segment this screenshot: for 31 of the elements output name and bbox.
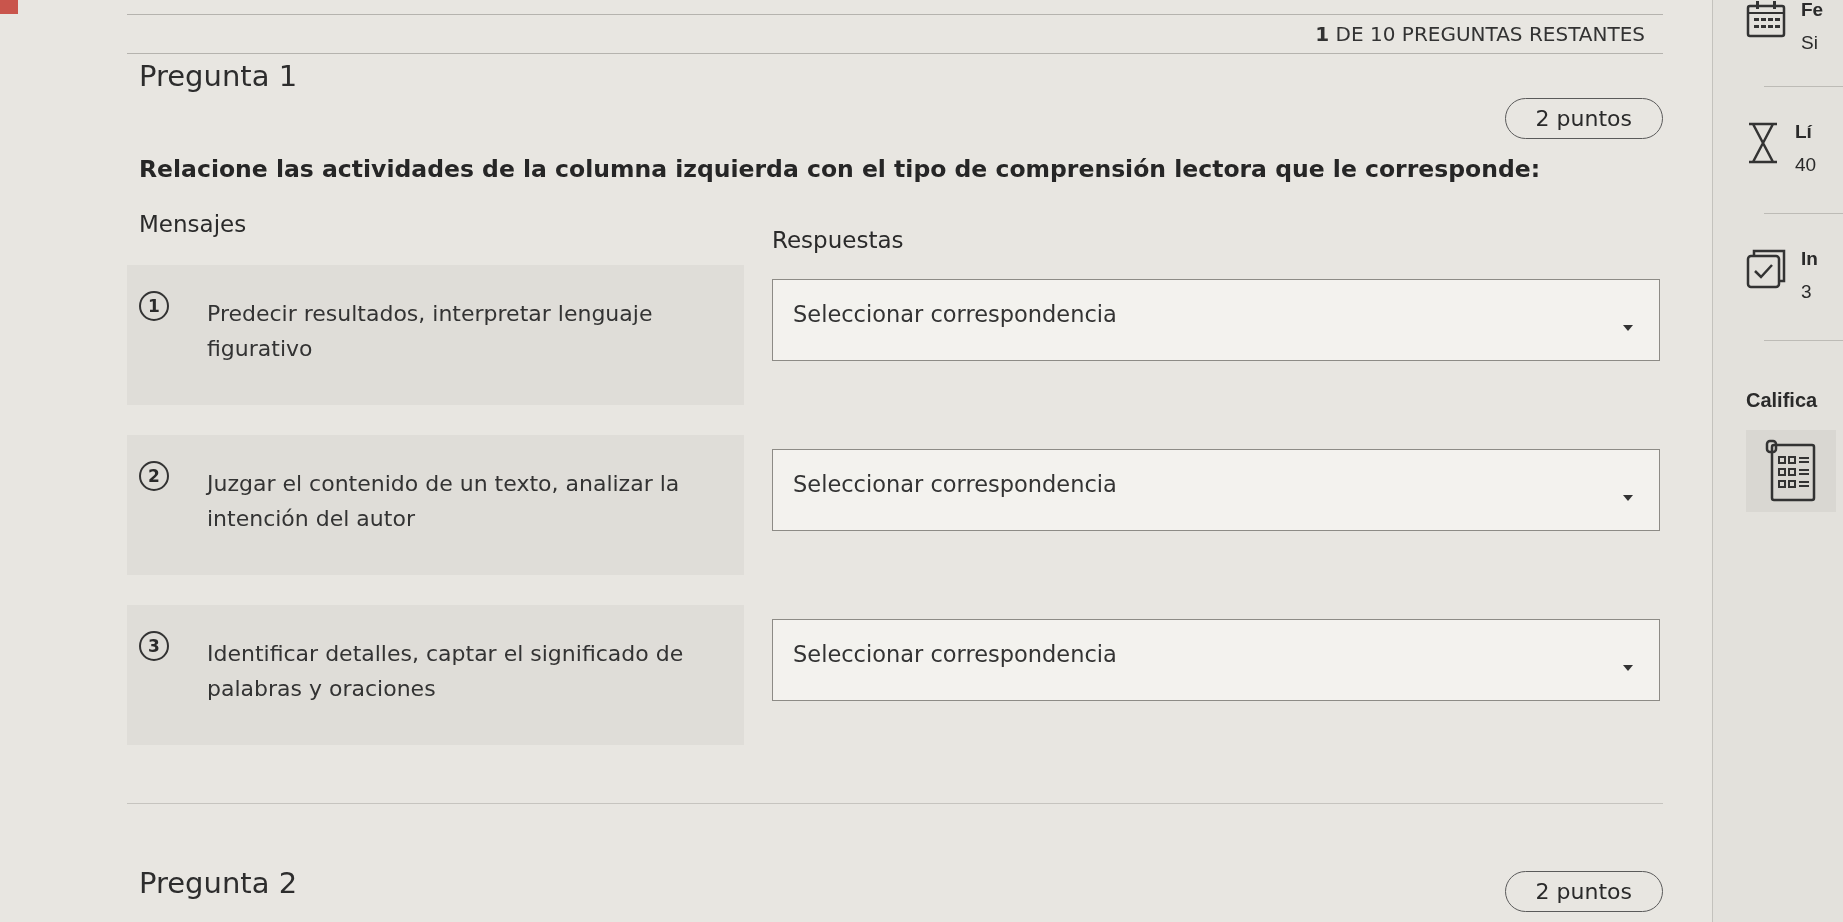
message-text: Identificar detalles, captar el significado de palabras y oraciones [207, 640, 685, 704]
caret-icon [1623, 325, 1633, 331]
question-title: Pregunta 1 [139, 59, 298, 93]
sidebar-item-detail: 40 [1795, 155, 1817, 175]
sidebar-item-title: Lí [1795, 122, 1813, 142]
grading-heading: Califica [1746, 389, 1818, 412]
sidebar-item-title: Fe [1801, 0, 1824, 20]
item-number: 3 [139, 631, 169, 661]
sidebar-item-detail: 3 [1801, 282, 1813, 302]
questions-remaining: 1 DE 10 PREGUNTAS RESTANTES [1315, 22, 1645, 46]
gradebook-icon [1765, 439, 1817, 503]
question-prompt: Relacione las actividades de la columna izquierda con el tipo de comprensión lectora que le corresponde: [139, 155, 1542, 183]
caret-icon [1623, 495, 1633, 501]
column-heading: Respuestas [772, 227, 904, 253]
answer-dropdown[interactable]: Seleccionar correspondencia [772, 279, 1660, 361]
question-title: Pregunta 2 [139, 866, 298, 900]
caret-icon [1623, 665, 1633, 671]
checkbox-icon [1746, 249, 1786, 289]
answer-dropdown[interactable]: Seleccionar correspondencia [772, 449, 1660, 531]
hourglass-icon [1746, 122, 1780, 164]
answer-dropdown[interactable]: Seleccionar correspondencia [772, 619, 1660, 701]
column-heading: Mensajes [138, 211, 247, 237]
calendar-icon [1746, 0, 1786, 38]
sidebar-item-title: In [1801, 249, 1818, 269]
sidebar-item-detail: Si [1801, 33, 1819, 53]
item-number: 2 [139, 461, 169, 491]
message-text: Predecir resultados, interpretar lenguaje figurativo [207, 300, 654, 364]
message-text: Juzgar el contenido de un texto, analizar la intención del autor [207, 470, 681, 534]
item-number: 1 [139, 291, 169, 321]
gradebook-button[interactable] [1746, 430, 1836, 512]
accent-bar [0, 0, 18, 14]
